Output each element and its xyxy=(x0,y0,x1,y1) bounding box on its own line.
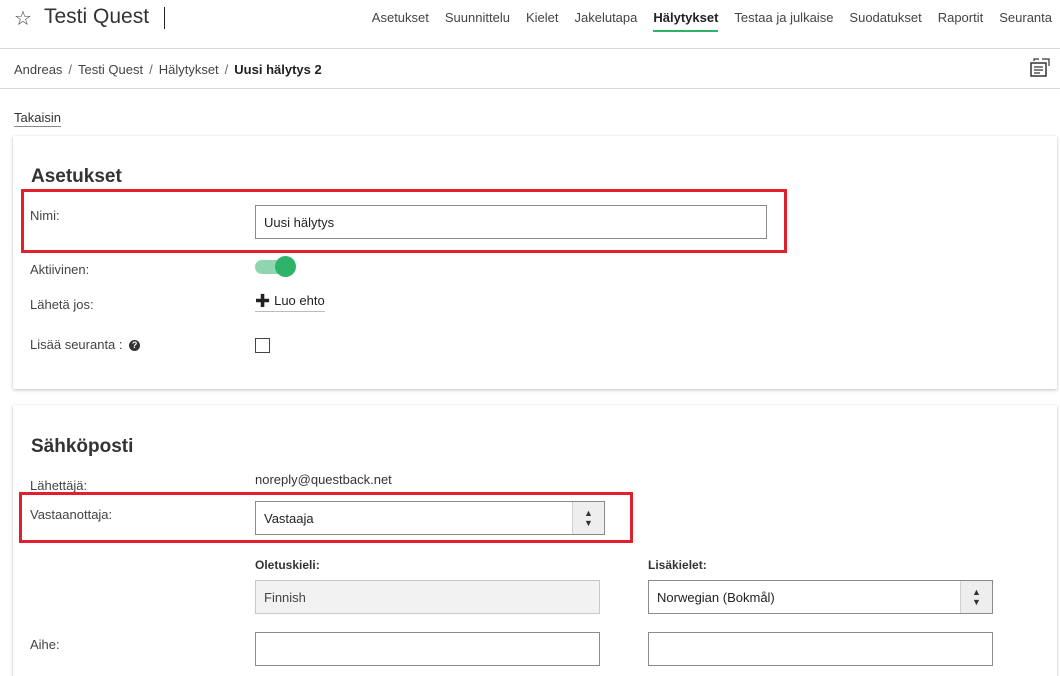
breadcrumb-separator: / xyxy=(149,62,153,77)
nav-item-testaa-ja-julkaise[interactable]: Testaa ja julkaise xyxy=(726,0,841,36)
plus-icon: ✚ xyxy=(255,290,271,311)
add-tracking-label: Lisää seuranta : ? xyxy=(30,337,141,352)
breadcrumb-bar: Andreas / Testi Quest / Hälytykset / Uus… xyxy=(0,50,1060,89)
send-if-label: Lähetä jos: xyxy=(30,297,94,312)
top-bar: ☆ Testi Quest Asetukset Suunnittelu Kiel… xyxy=(0,0,1060,49)
default-language-heading: Oletuskieli: xyxy=(255,558,320,572)
nav-item-suunnittelu[interactable]: Suunnittelu xyxy=(437,0,518,36)
breadcrumb-separator: / xyxy=(224,62,229,77)
subject-input-extra[interactable] xyxy=(648,632,993,666)
breadcrumb-testi-quest[interactable]: Testi Quest xyxy=(78,62,143,77)
add-tracking-text: Lisää seuranta : xyxy=(30,337,123,352)
main-nav: Asetukset Suunnittelu Kielet Jakelutapa … xyxy=(364,0,1060,36)
add-condition-button[interactable]: ✚ Luo ehto xyxy=(255,290,325,312)
extra-language-value: Norwegian (Bokmål) xyxy=(657,589,775,605)
back-link[interactable]: Takaisin xyxy=(14,110,61,127)
nav-item-jakelutapa[interactable]: Jakelutapa xyxy=(566,0,645,36)
nav-item-raportit[interactable]: Raportit xyxy=(930,0,992,36)
sender-label: Lähettäjä: xyxy=(30,478,88,493)
star-icon[interactable]: ☆ xyxy=(14,6,32,31)
nav-item-suodatukset[interactable]: Suodatukset xyxy=(841,0,929,36)
settings-card: Asetukset Nimi: Uusi hälytys Aktiivinen:… xyxy=(13,136,1057,389)
recipient-select-value: Vastaaja xyxy=(264,510,314,526)
email-card: Sähköposti Lähettäjä: noreply@questback.… xyxy=(13,405,1057,676)
breadcrumb-separator: / xyxy=(68,62,73,77)
help-icon[interactable]: ? xyxy=(129,340,141,352)
breadcrumb-andreas[interactable]: Andreas xyxy=(14,62,62,77)
default-language-value: Finnish xyxy=(264,589,306,605)
recipient-label: Vastaanottaja: xyxy=(30,507,113,522)
extra-language-select[interactable]: Norwegian (Bokmål) ▲ ▼ xyxy=(648,580,993,614)
nav-item-halytykset[interactable]: Hälytykset xyxy=(645,0,726,36)
default-language-field: Finnish xyxy=(255,580,600,614)
name-input[interactable]: Uusi hälytys xyxy=(255,205,767,239)
settings-title: Asetukset xyxy=(31,166,122,187)
sender-value: noreply@questback.net xyxy=(255,472,392,487)
active-toggle[interactable] xyxy=(255,256,296,278)
select-arrows-icon: ▲ ▼ xyxy=(960,581,992,613)
text-cursor xyxy=(164,7,165,29)
name-label: Nimi: xyxy=(30,208,60,223)
breadcrumb-halytykset[interactable]: Hälytykset xyxy=(159,62,219,77)
recipient-select[interactable]: Vastaaja ▲ ▼ xyxy=(255,501,605,535)
select-arrows-icon: ▲ ▼ xyxy=(572,502,604,534)
translate-icon[interactable] xyxy=(1030,58,1050,78)
breadcrumb-current: Uusi hälytys 2 xyxy=(234,62,322,77)
nav-item-kielet[interactable]: Kielet xyxy=(518,0,567,36)
name-input-value: Uusi hälytys xyxy=(264,214,335,230)
extra-languages-heading: Lisäkielet: xyxy=(648,558,707,572)
add-condition-label: Luo ehto xyxy=(274,293,325,308)
add-tracking-checkbox[interactable] xyxy=(255,338,270,353)
subject-label: Aihe: xyxy=(30,637,60,652)
toggle-knob xyxy=(275,256,296,277)
nav-item-asetukset[interactable]: Asetukset xyxy=(364,0,437,36)
active-label: Aktiivinen: xyxy=(30,262,90,277)
nav-item-seuranta[interactable]: Seuranta xyxy=(991,0,1060,36)
breadcrumb: Andreas / Testi Quest / Hälytykset / Uus… xyxy=(14,62,322,77)
subject-input-default[interactable] xyxy=(255,632,600,666)
email-title: Sähköposti xyxy=(31,436,134,457)
app-title: Testi Quest xyxy=(44,5,150,28)
